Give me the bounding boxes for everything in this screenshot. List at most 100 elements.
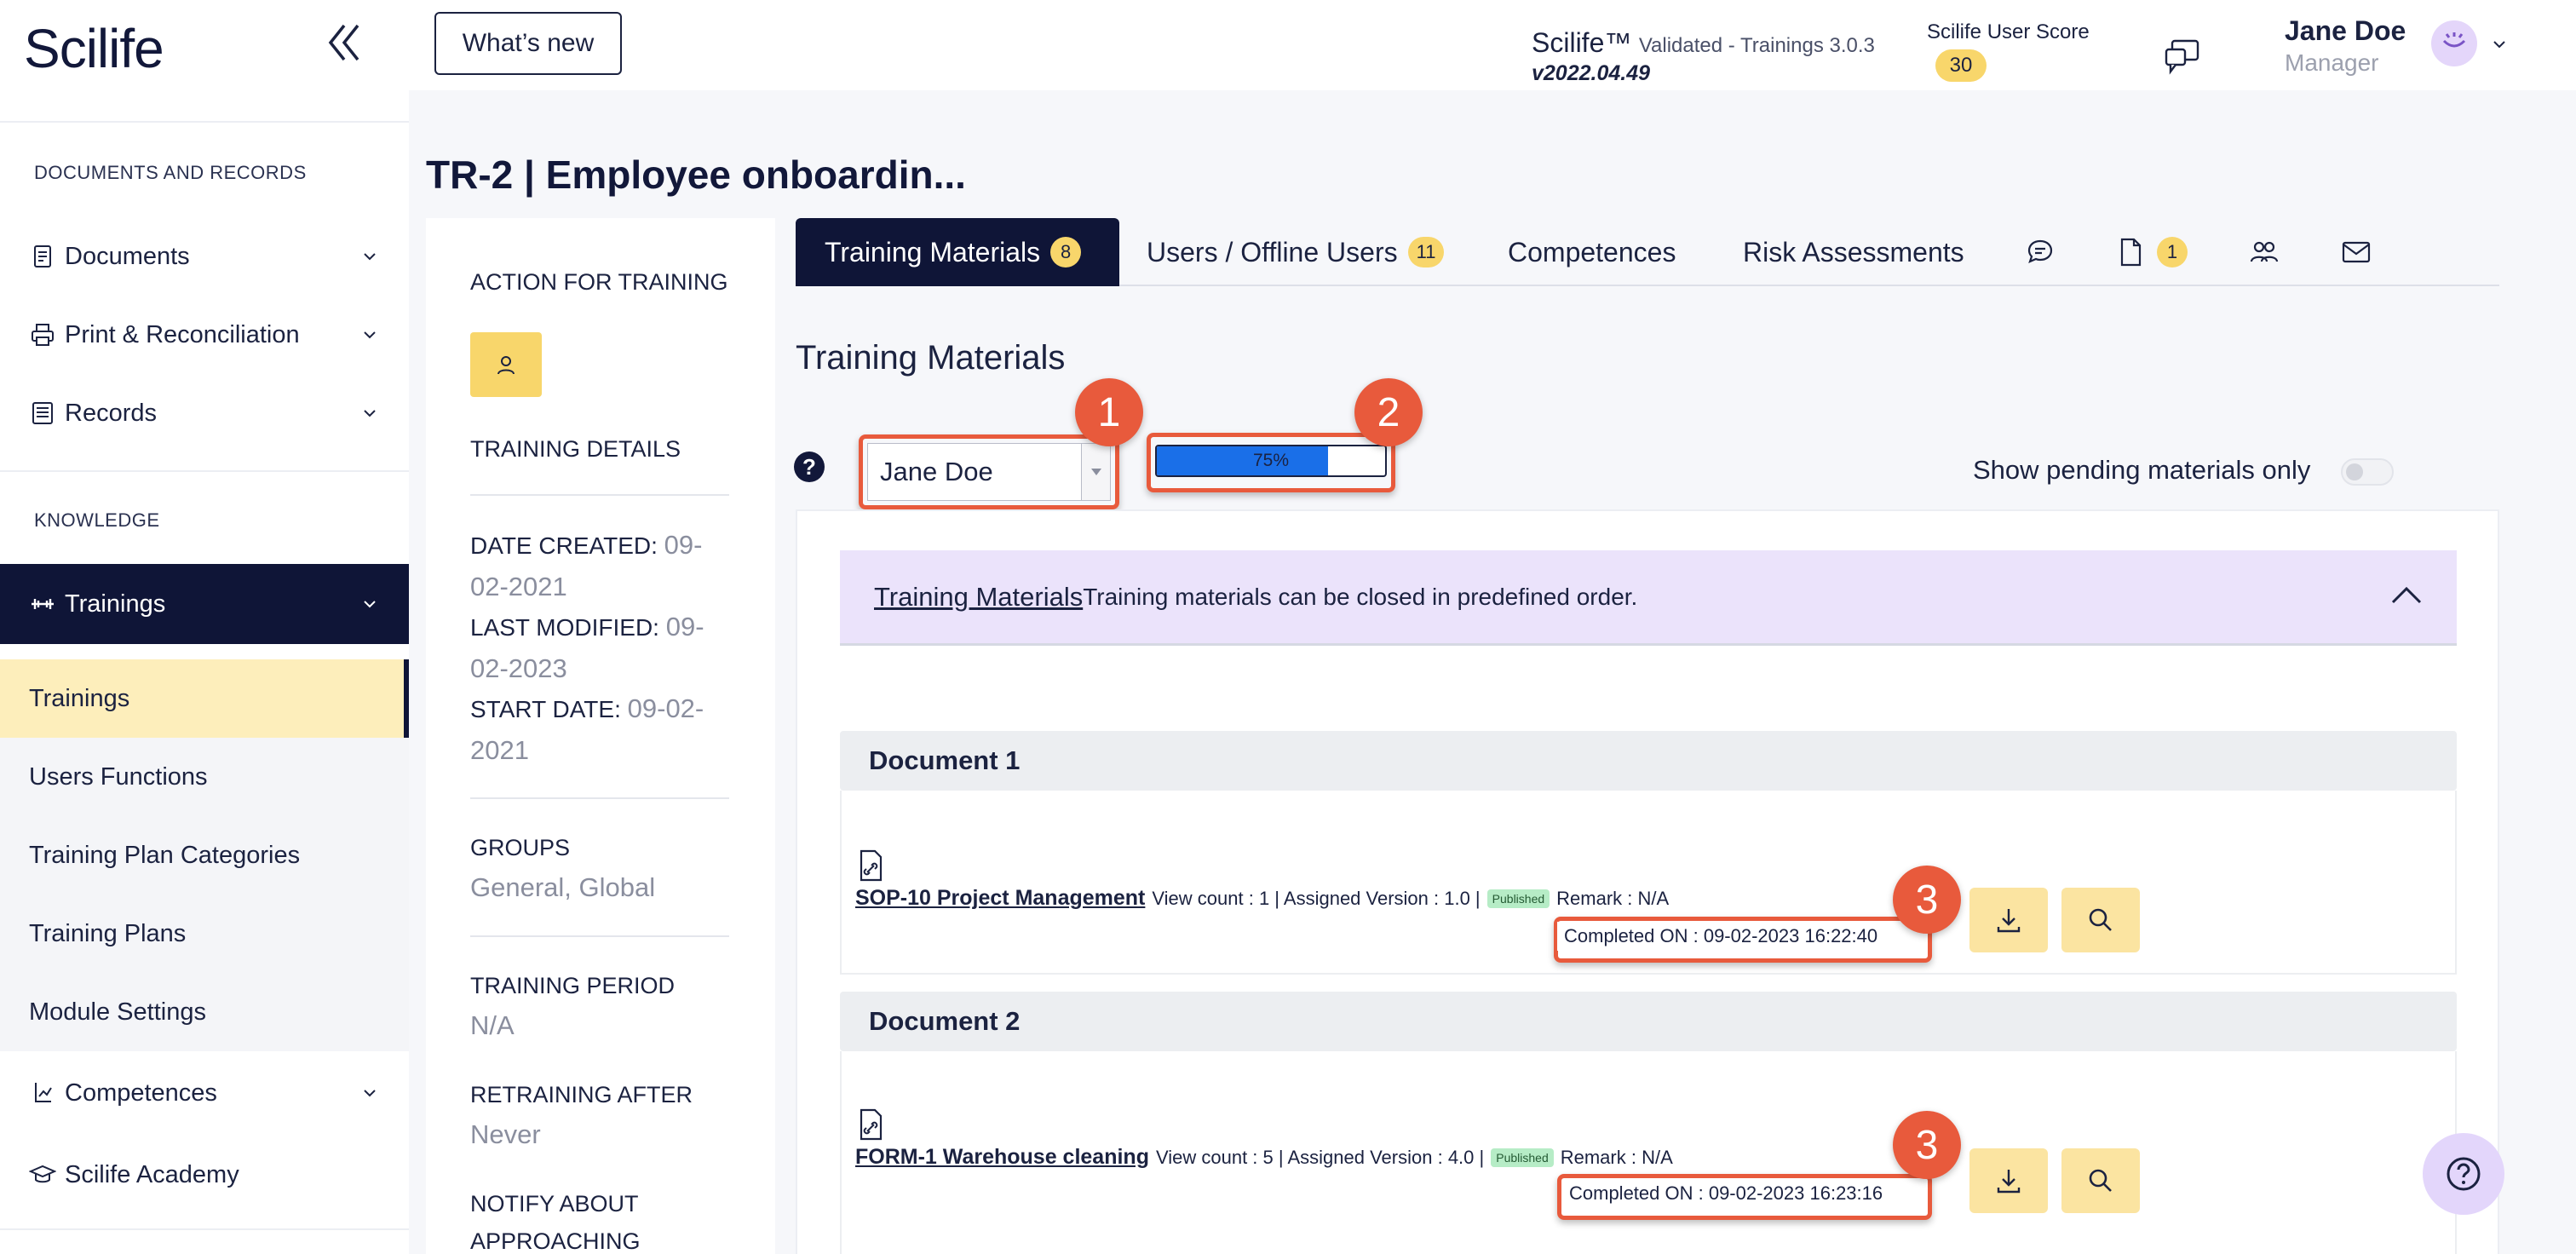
tab-count-badge: 11 <box>1407 237 1445 267</box>
chevron-down-icon[interactable] <box>2491 36 2508 53</box>
avatar[interactable] <box>2431 20 2477 66</box>
sidebar-item-label: Competences <box>65 1079 217 1107</box>
sidebar-item-scilife-academy[interactable]: Scilife Academy <box>0 1136 409 1213</box>
download-icon <box>1993 1165 2024 1196</box>
download-button[interactable] <box>1969 1148 2048 1213</box>
records-icon <box>29 400 56 427</box>
sidebar-item-label: Scilife Academy <box>65 1160 239 1188</box>
action-for-training-title: ACTION FOR TRAINING <box>470 269 728 295</box>
document-row: FORM-1 Warehouse cleaning View count : 5… <box>855 1145 1673 1170</box>
sidebar-subitem-module-settings[interactable]: Module Settings <box>0 973 409 1051</box>
sidebar-subitem-trainings[interactable]: Trainings <box>0 659 409 738</box>
tab-label: Training Materials <box>825 236 1041 267</box>
feedback-icon[interactable] <box>2164 37 2201 75</box>
tab-competences[interactable]: Competences <box>1508 218 1676 286</box>
printer-icon <box>29 321 56 348</box>
tab-comments[interactable] <box>2026 218 2055 286</box>
training-period-value: N/A <box>470 1010 515 1040</box>
materials-info-banner: Training Materials Training materials ca… <box>840 550 2457 646</box>
sidebar-item-competences[interactable]: Competences <box>0 1055 409 1131</box>
sidebar-subitem-users-functions[interactable]: Users Functions <box>0 738 409 816</box>
search-icon <box>2085 1165 2116 1196</box>
retraining-after-value: Never <box>470 1119 541 1149</box>
sidebar-item-label: Trainings <box>65 590 166 618</box>
dumbbell-icon <box>29 590 56 618</box>
divider <box>0 121 409 123</box>
sidebar-item-documents[interactable]: Documents <box>0 218 409 295</box>
tab-email[interactable] <box>2341 218 2372 286</box>
user-select[interactable]: Jane Doe <box>867 443 1111 501</box>
last-modified-label: LAST MODIFIED: <box>470 614 659 641</box>
tab-label: Users / Offline Users <box>1147 236 1398 267</box>
sidebar-item-print-reconciliation[interactable]: Print & Reconciliation <box>0 296 409 373</box>
completed-on-label: Completed ON : 09-02-2023 16:22:40 <box>1557 922 1885 951</box>
top-header <box>409 0 2576 90</box>
chat-icon <box>2026 238 2055 267</box>
completed-on-label: Completed ON : 09-02-2023 16:23:16 <box>1562 1179 1890 1208</box>
tab-users-offline-users[interactable]: Users / Offline Users 11 <box>1147 218 1445 286</box>
date-created: DATE CREATED: 09-02-2021 <box>470 525 734 608</box>
download-button[interactable] <box>1969 888 2048 952</box>
banner-link[interactable]: Training Materials <box>874 582 1083 613</box>
tab-documents[interactable]: 1 <box>2118 218 2188 286</box>
banner-text: Training materials can be closed in pred… <box>1083 583 1638 610</box>
scilife-logo[interactable]: Scilife <box>24 17 164 80</box>
document-icon <box>29 243 56 270</box>
document-group-header: Document 2 <box>840 992 2457 1051</box>
assign-user-button[interactable] <box>470 332 542 397</box>
tab-label: Risk Assessments <box>1743 236 1964 267</box>
view-button[interactable] <box>2061 888 2140 952</box>
document-meta: View count : 5 | Assigned Version : 4.0 … <box>1155 1146 1485 1168</box>
sidebar-item-records[interactable]: Records <box>0 375 409 452</box>
user-name[interactable]: Jane Doe <box>2285 15 2406 47</box>
annotation-marker: 3 <box>1893 1111 1961 1179</box>
chevron-up-icon[interactable] <box>2390 584 2423 605</box>
chevron-down-icon <box>361 595 378 613</box>
help-chat-button[interactable] <box>2423 1133 2504 1215</box>
sidebar-subitem-training-plan-categories[interactable]: Training Plan Categories <box>0 816 409 894</box>
collapse-sidebar-icon[interactable] <box>325 20 363 65</box>
progress-bar: 75% <box>1155 445 1387 477</box>
document-meta: View count : 1 | Assigned Version : 1.0 … <box>1152 887 1481 909</box>
annotation-marker: 3 <box>1893 866 1961 934</box>
tab-count-badge: 1 <box>2157 237 2188 267</box>
user-role: Manager <box>2285 49 2379 76</box>
mail-icon <box>2341 239 2372 265</box>
training-details-title: TRAINING DETAILS <box>470 436 681 462</box>
document-row: SOP-10 Project Management View count : 1… <box>855 886 1669 911</box>
progress-label: 75% <box>1252 451 1290 470</box>
help-question-icon[interactable]: ? <box>794 452 825 482</box>
view-button[interactable] <box>2061 1148 2140 1213</box>
download-icon <box>1993 905 2024 935</box>
start-date: START DATE: 09-02-2021 <box>470 688 734 772</box>
tab-training-materials[interactable]: Training Materials 8 <box>796 218 1119 286</box>
divider <box>470 797 729 799</box>
whats-new-button[interactable]: What’s new <box>434 12 622 75</box>
sidebar-item-trainings[interactable]: Trainings <box>0 564 409 644</box>
file-link-icon <box>857 1107 884 1142</box>
groups-value: General, Global <box>470 872 656 902</box>
sidebar: Scilife DOCUMENTS AND RECORDS Documents … <box>0 0 409 1254</box>
pending-materials-label: Show pending materials only <box>1973 455 2311 485</box>
toggle-knob <box>2346 463 2363 480</box>
document-link[interactable]: FORM-1 Warehouse cleaning <box>855 1145 1149 1170</box>
materials-heading: Training Materials <box>796 339 1066 377</box>
search-icon <box>2085 905 2116 935</box>
tab-label: Competences <box>1508 236 1676 267</box>
document-link[interactable]: SOP-10 Project Management <box>855 886 1145 911</box>
divider <box>0 1228 409 1230</box>
active-indicator <box>404 659 409 738</box>
tab-groups[interactable] <box>2249 218 2280 286</box>
section-knowledge: KNOWLEDGE <box>34 509 160 531</box>
dropdown-arrow-icon <box>1081 444 1110 500</box>
status-badge: Published <box>1491 1148 1554 1167</box>
document-remark: Remark : N/A <box>1560 1146 1673 1168</box>
user-score-label: Scilife User Score <box>1927 20 2090 43</box>
user-score-badge: 30 <box>1935 49 1987 82</box>
pending-materials-toggle[interactable] <box>2341 458 2394 486</box>
sidebar-subitem-training-plans[interactable]: Training Plans <box>0 894 409 973</box>
help-icon <box>2445 1155 2482 1193</box>
page-title: TR-2 | Employee onboardin... <box>426 152 966 197</box>
tab-risk-assessments[interactable]: Risk Assessments <box>1743 218 1964 286</box>
training-period-label: TRAINING PERIOD <box>470 973 676 998</box>
